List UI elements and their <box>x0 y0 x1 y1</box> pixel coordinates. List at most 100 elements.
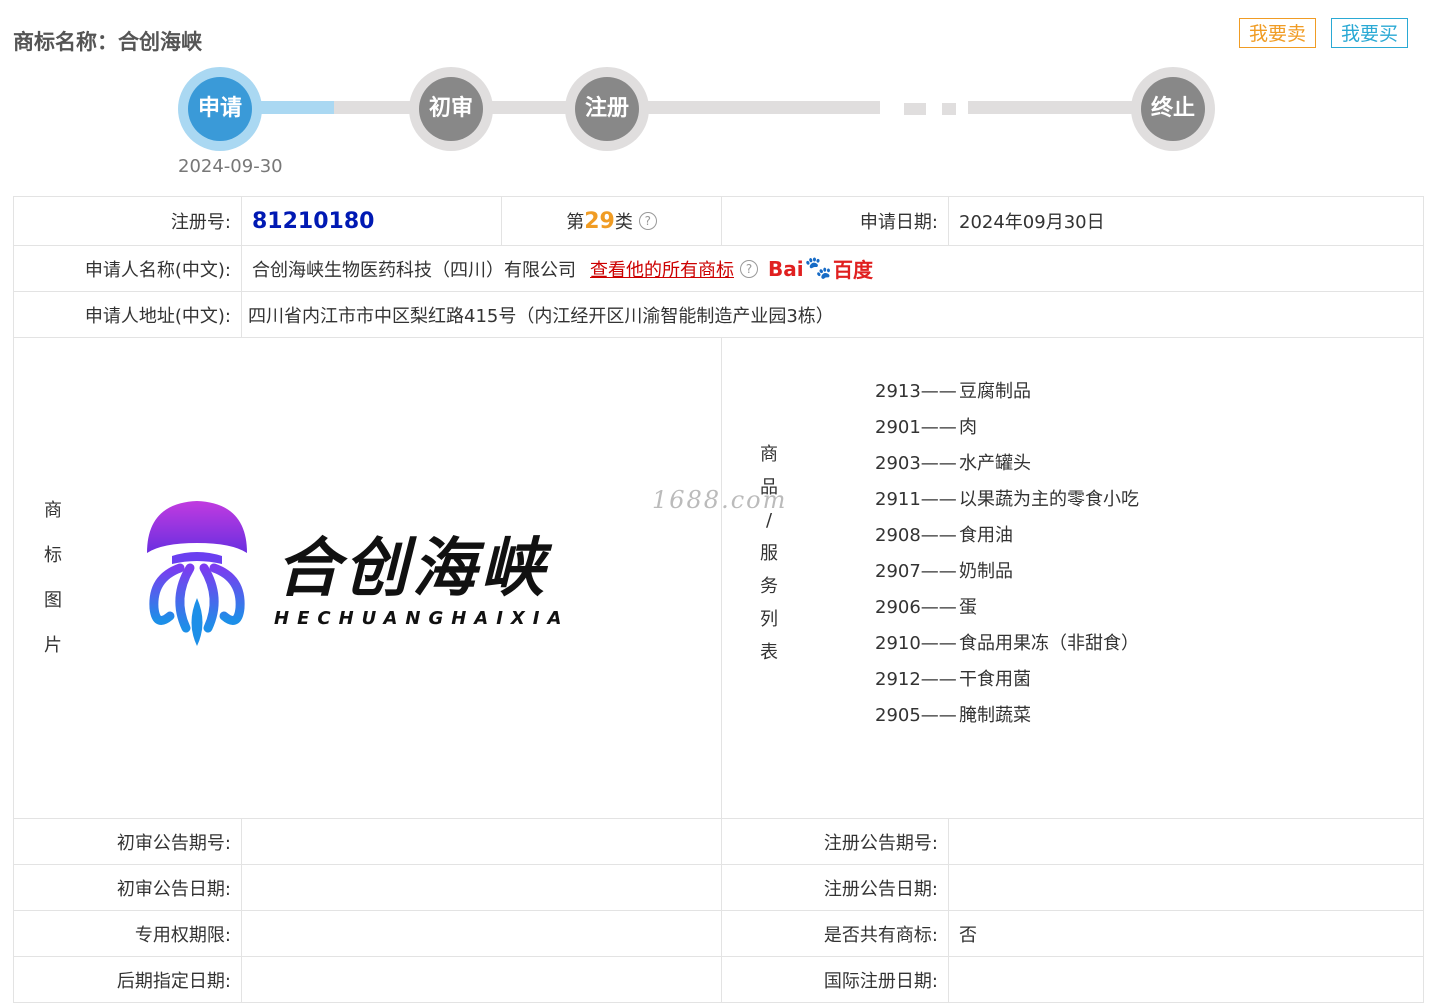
goods-name: 豆腐制品 <box>959 381 1031 402</box>
baidu-search-link[interactable]: Bai 🐾 百度 <box>768 254 873 283</box>
label-char: 服 <box>760 543 778 564</box>
step-prelim: 初审 <box>409 67 493 151</box>
list-item: 2911—— 以果蔬为主的零食小吃 <box>875 484 1139 520</box>
goods-name: 食用油 <box>959 525 1013 546</box>
address-value: 四川省内江市市中区梨红路415号（内江经开区川渝智能制造产业园3栋） <box>242 292 1424 337</box>
list-item: 2908—— 食用油 <box>875 520 1139 556</box>
intl-reg-label: 国际注册日期: <box>722 957 949 1002</box>
goods-name: 食品用果冻（非甜食） <box>959 633 1139 654</box>
table-row: 初审公告日期: 注册公告日期: <box>14 865 1424 911</box>
shared-value: 否 <box>949 911 1424 956</box>
watermark: 1688.com <box>652 486 788 514</box>
help-icon[interactable]: ? <box>740 259 758 278</box>
label-char: 标 <box>44 545 62 566</box>
goods-code: 2901—— <box>875 417 957 438</box>
logo-text-cn: 合创海峡 <box>276 532 548 606</box>
progress-gap <box>904 103 926 115</box>
label-char: 表 <box>760 642 778 663</box>
applicant-name: 合创海峡生物医药科技（四川）有限公司 <box>252 259 576 281</box>
goods-section-label: 商 品 / 服 务 列 表 <box>760 438 778 669</box>
goods-code: 2903—— <box>875 453 957 474</box>
trademark-info-table: 注册号: 81210180 第 29 类 ? 申请日期: 2024年09月30日… <box>13 196 1424 1003</box>
class-number: 29 <box>584 208 615 234</box>
prelim-no-label: 初审公告期号: <box>14 819 242 864</box>
goods-list: 2913—— 豆腐制品 2901—— 肉 2903—— 水产罐头 2911—— 以果蔬为… <box>875 376 1139 736</box>
step-register: 注册 <box>565 67 649 151</box>
table-row: 申请人地址(中文): 四川省内江市市中区梨红路415号（内江经开区川渝智能制造产… <box>14 292 1424 338</box>
goods-name: 干食用菌 <box>959 669 1031 690</box>
label-char: 列 <box>760 609 778 630</box>
apply-date-value: 2024年09月30日 <box>949 197 1424 245</box>
help-icon[interactable]: ? <box>638 212 657 230</box>
prelim-date-label: 初审公告日期: <box>14 865 242 910</box>
list-item: 2913—— 豆腐制品 <box>875 376 1139 412</box>
sell-button[interactable]: 我要卖 <box>1239 18 1316 48</box>
list-item: 2905—— 腌制蔬菜 <box>875 700 1139 736</box>
step-terminate: 终止 <box>1131 67 1215 151</box>
baidu-paw-icon: 🐾 <box>804 256 833 281</box>
table-row: 初审公告期号: 注册公告期号: <box>14 819 1424 865</box>
exclusive-period-label: 专用权期限: <box>14 911 242 956</box>
goods-name: 肉 <box>959 417 977 438</box>
prelim-no-value <box>242 819 722 864</box>
goods-name: 奶制品 <box>959 561 1013 582</box>
logo-text-en: HECHUANGHAIXIA <box>274 608 570 629</box>
goods-name: 蛋 <box>959 597 977 618</box>
label-char: 图 <box>44 590 62 611</box>
goods-code: 2906—— <box>875 597 957 618</box>
reg-ann-no-label: 注册公告期号: <box>722 819 949 864</box>
intl-reg-value <box>949 957 1424 1002</box>
image-section-label: 商 标 图 片 <box>44 488 62 668</box>
page-title: 商标名称：合创海峡 <box>13 30 202 54</box>
image-cell: 商 标 图 片 合创海峡 HECHUANGHAIXIA <box>14 338 722 818</box>
applicant-cell: 合创海峡生物医药科技（四川）有限公司 查看他的所有商标 ? Bai 🐾 百度 <box>242 246 1424 291</box>
reg-ann-no-value <box>949 819 1424 864</box>
step-label: 初审 <box>419 77 483 141</box>
class-suffix: 类 <box>614 212 633 233</box>
trademark-logo <box>142 498 252 658</box>
baidu-text: Bai <box>768 256 804 281</box>
table-row: 申请人名称(中文): 合创海峡生物医药科技（四川）有限公司 查看他的所有商标 ?… <box>14 246 1424 292</box>
table-row: 后期指定日期: 国际注册日期: <box>14 957 1424 1003</box>
goods-code: 2907—— <box>875 561 957 582</box>
applicant-label: 申请人名称(中文): <box>14 246 242 291</box>
reg-no-value: 81210180 <box>242 197 502 245</box>
goods-code: 2913—— <box>875 381 957 402</box>
list-item: 2903—— 水产罐头 <box>875 448 1139 484</box>
goods-name: 以果蔬为主的零食小吃 <box>959 489 1139 510</box>
later-designation-value <box>242 957 722 1002</box>
table-row: 注册号: 81210180 第 29 类 ? 申请日期: 2024年09月30日 <box>14 197 1424 246</box>
view-all-trademarks-link[interactable]: 查看他的所有商标 <box>590 256 734 282</box>
list-item: 2906—— 蛋 <box>875 592 1139 628</box>
progress-track <box>640 101 880 114</box>
label-char: 务 <box>760 576 778 597</box>
table-row: 商 标 图 片 合创海峡 HECHUANGHAIXIA 商 品 / 服 务 列 … <box>14 338 1424 819</box>
reg-date-label: 注册公告日期: <box>722 865 949 910</box>
goods-code: 2911—— <box>875 489 957 510</box>
goods-code: 2912—— <box>875 669 957 690</box>
step-date: 2024-09-30 <box>178 156 283 177</box>
list-item: 2910—— 食品用果冻（非甜食） <box>875 628 1139 664</box>
exclusive-period-value <box>242 911 722 956</box>
reg-no: 81210180 <box>252 208 375 234</box>
goods-code: 2908—— <box>875 525 957 546</box>
address-label: 申请人地址(中文): <box>14 292 242 337</box>
goods-name: 腌制蔬菜 <box>959 705 1031 726</box>
apply-date-label: 申请日期: <box>722 197 949 245</box>
goods-code: 2910—— <box>875 633 957 654</box>
goods-name: 水产罐头 <box>959 453 1031 474</box>
class-cell: 第 29 类 ? <box>502 197 722 245</box>
buy-button[interactable]: 我要买 <box>1331 18 1408 48</box>
label-char: 片 <box>44 635 62 656</box>
step-label: 申请 <box>188 77 252 141</box>
label-char: 商 <box>760 444 778 465</box>
jellyfish-icon <box>147 501 247 646</box>
step-label: 终止 <box>1141 77 1205 141</box>
progress-track-active <box>250 101 334 114</box>
label-char: 商 <box>44 500 62 521</box>
step-label: 注册 <box>575 77 639 141</box>
baidu-text: 百度 <box>833 258 874 282</box>
progress-track <box>968 101 1138 114</box>
table-row: 专用权期限: 是否共有商标: 否 <box>14 911 1424 957</box>
later-designation-label: 后期指定日期: <box>14 957 242 1002</box>
